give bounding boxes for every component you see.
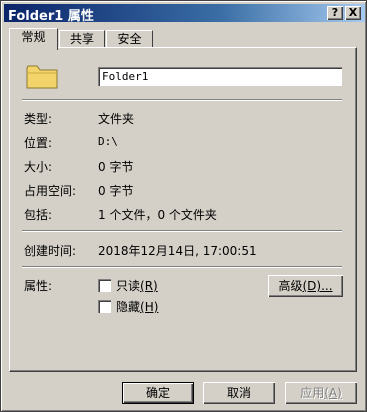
readonly-shortcut: (R) bbox=[140, 279, 158, 293]
tab-general[interactable]: 常规 bbox=[9, 28, 58, 50]
type-label: 类型: bbox=[24, 112, 53, 126]
tab-general-label: 常规 bbox=[21, 30, 46, 44]
tab-sharing-label: 共享 bbox=[69, 32, 94, 46]
folder-icon bbox=[26, 65, 58, 89]
cancel-button[interactable]: 取消 bbox=[203, 382, 275, 404]
contains-value: 1 个文件，0 个文件夹 bbox=[98, 208, 217, 222]
hidden-shortcut: (H) bbox=[140, 300, 159, 314]
tab-security[interactable]: 安全 bbox=[106, 30, 153, 48]
created-label: 创建时间: bbox=[24, 244, 77, 258]
apply-button[interactable]: 应用(A) bbox=[285, 382, 357, 404]
tab-sharing[interactable]: 共享 bbox=[59, 30, 105, 48]
created-value: 2018年12月14日, 17:00:51 bbox=[98, 244, 257, 258]
folder-name-input[interactable]: Folder1 bbox=[98, 67, 342, 86]
advanced-label: 高级 bbox=[278, 279, 303, 293]
type-value: 文件夹 bbox=[98, 112, 135, 126]
attributes-label: 属性: bbox=[24, 279, 53, 293]
apply-label: 应用 bbox=[300, 386, 325, 400]
contains-label: 包括: bbox=[24, 208, 53, 222]
title-bar[interactable]: Folder1 属性 ? X bbox=[4, 4, 365, 24]
window-title: Folder1 属性 bbox=[8, 9, 94, 24]
divider bbox=[22, 230, 342, 232]
readonly-text: 只读 bbox=[116, 279, 141, 293]
tab-security-label: 安全 bbox=[117, 32, 142, 46]
properties-dialog: Folder1 属性 ? X 常规 共享 安全 Folder1 类型: 文件夹 … bbox=[0, 0, 367, 412]
size-label: 大小: bbox=[24, 160, 53, 174]
close-button[interactable]: X bbox=[345, 6, 361, 20]
location-value: D:\ bbox=[98, 135, 118, 148]
readonly-checkbox[interactable] bbox=[98, 279, 111, 292]
size-value: 0 字节 bbox=[98, 160, 134, 174]
hidden-checkbox-label[interactable]: 隐藏(H) bbox=[116, 298, 158, 315]
divider bbox=[22, 99, 342, 101]
apply-shortcut: (A) bbox=[324, 386, 342, 400]
ok-button[interactable]: 确定 bbox=[122, 382, 194, 404]
advanced-button[interactable]: 高级(D)... bbox=[268, 275, 343, 297]
advanced-shortcut: (D)... bbox=[302, 279, 333, 293]
location-label: 位置: bbox=[24, 136, 53, 150]
ok-label: 确定 bbox=[145, 386, 170, 400]
readonly-checkbox-label[interactable]: 只读(R) bbox=[116, 277, 158, 294]
help-button[interactable]: ? bbox=[327, 6, 343, 20]
size-on-disk-value: 0 字节 bbox=[98, 184, 134, 198]
general-panel: Folder1 类型: 文件夹 位置: D:\ 大小: 0 字节 占用空间: 0… bbox=[9, 47, 357, 372]
hidden-checkbox[interactable] bbox=[98, 300, 111, 313]
divider bbox=[22, 266, 342, 268]
hidden-text: 隐藏 bbox=[116, 300, 141, 314]
size-on-disk-label: 占用空间: bbox=[24, 184, 77, 198]
cancel-label: 取消 bbox=[226, 386, 251, 400]
